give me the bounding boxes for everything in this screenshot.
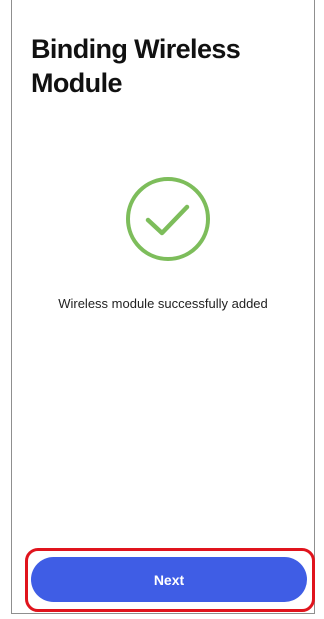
- check-circle-graphic: [126, 177, 210, 261]
- check-circle-icon: [124, 175, 212, 263]
- check-circle-ring: [126, 177, 210, 261]
- success-message: Wireless module successfully added: [58, 296, 268, 311]
- phone-frame: Binding Wireless Module Wireless module …: [11, 0, 315, 614]
- next-button[interactable]: Next: [31, 557, 307, 602]
- page-title: Binding Wireless Module: [31, 34, 241, 98]
- checkmark-stroke: [145, 204, 190, 236]
